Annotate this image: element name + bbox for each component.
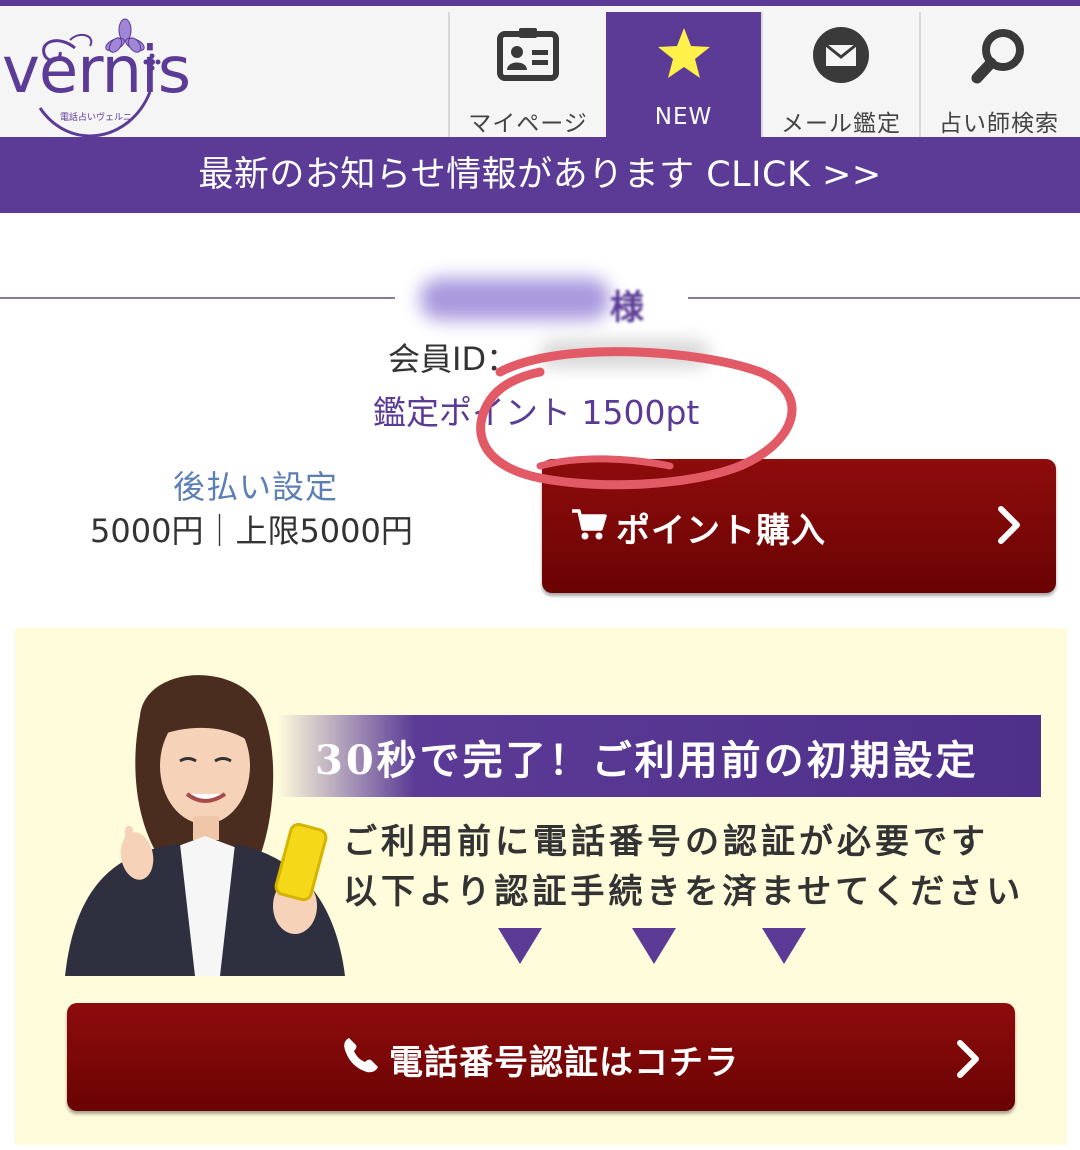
cart-icon [572, 509, 607, 540]
nav-item-search[interactable]: 占い師検索 [919, 12, 1077, 143]
member-id-label: 会員ID： [388, 340, 519, 378]
news-bar[interactable]: 最新のお知らせ情報があります CLICK >> [0, 137, 1080, 213]
down-arrow-icon [632, 928, 676, 964]
down-arrow-icon [762, 928, 806, 964]
logo-tagline: 電話占いヴェルニ [60, 113, 133, 123]
phone-verification-button[interactable]: 電話番号認証はコチラ [67, 1003, 1015, 1111]
chevron-right-icon [998, 506, 1020, 544]
nav-label-mail: メール鑑定 [781, 111, 901, 137]
member-id-redacted [540, 340, 710, 368]
deferred-payment-link[interactable]: 後払い設定 [173, 462, 338, 508]
down-arrow-icon [498, 928, 542, 964]
mail-icon [813, 27, 869, 83]
woman-with-phone-illustration [65, 675, 345, 976]
banner-title: 30秒で完了！ご利用前の初期設定 [315, 737, 979, 784]
id-card-icon [497, 28, 559, 81]
nav-label-mypage: マイページ [468, 111, 588, 137]
divider-right [688, 297, 1080, 299]
star-icon [657, 28, 710, 78]
nav-item-new[interactable]: NEW [606, 12, 761, 143]
nav-label-search: 占い師検索 [939, 111, 1059, 137]
logo[interactable]: vernis 電話占いヴェルニ [0, 12, 448, 143]
purchase-points-label: ポイント購入 [616, 511, 826, 551]
banner-message-line1: ご利用前に電話番号の認証が必要です [343, 822, 989, 862]
logo-wordmark: vernis [2, 34, 191, 108]
purchase-points-button[interactable]: ポイント購入 [542, 459, 1056, 593]
nav-item-mail[interactable]: メール鑑定 [761, 12, 919, 143]
points-balance: 鑑定ポイント 1500pt [373, 393, 700, 432]
member-name-suffix: 様 [610, 288, 644, 328]
setup-banner: 30秒で完了！ご利用前の初期設定 ご利用前に電話番号の認証が必要です 以下より認… [15, 628, 1067, 1145]
divider-left [0, 297, 395, 299]
deferred-payment-amount: 5000円｜上限5000円 [90, 512, 413, 550]
nav-item-mypage[interactable]: マイページ [448, 12, 606, 143]
banner-message-line2: 以下より認証手続きを済ませてください [343, 872, 1025, 912]
phone-icon [344, 1038, 378, 1073]
phone-verification-label: 電話番号認証はコチラ [389, 1043, 739, 1083]
member-name-redacted [420, 278, 610, 320]
top-nav: マイページ NEW メール鑑定 占い師検索 [448, 12, 1077, 143]
search-icon [971, 29, 1024, 84]
chevron-right-icon [957, 1040, 979, 1078]
nav-label-new: NEW [654, 104, 713, 130]
header: vernis 電話占いヴェルニ マイページ NEW メール鑑定 占い師検索 [0, 0, 1080, 143]
